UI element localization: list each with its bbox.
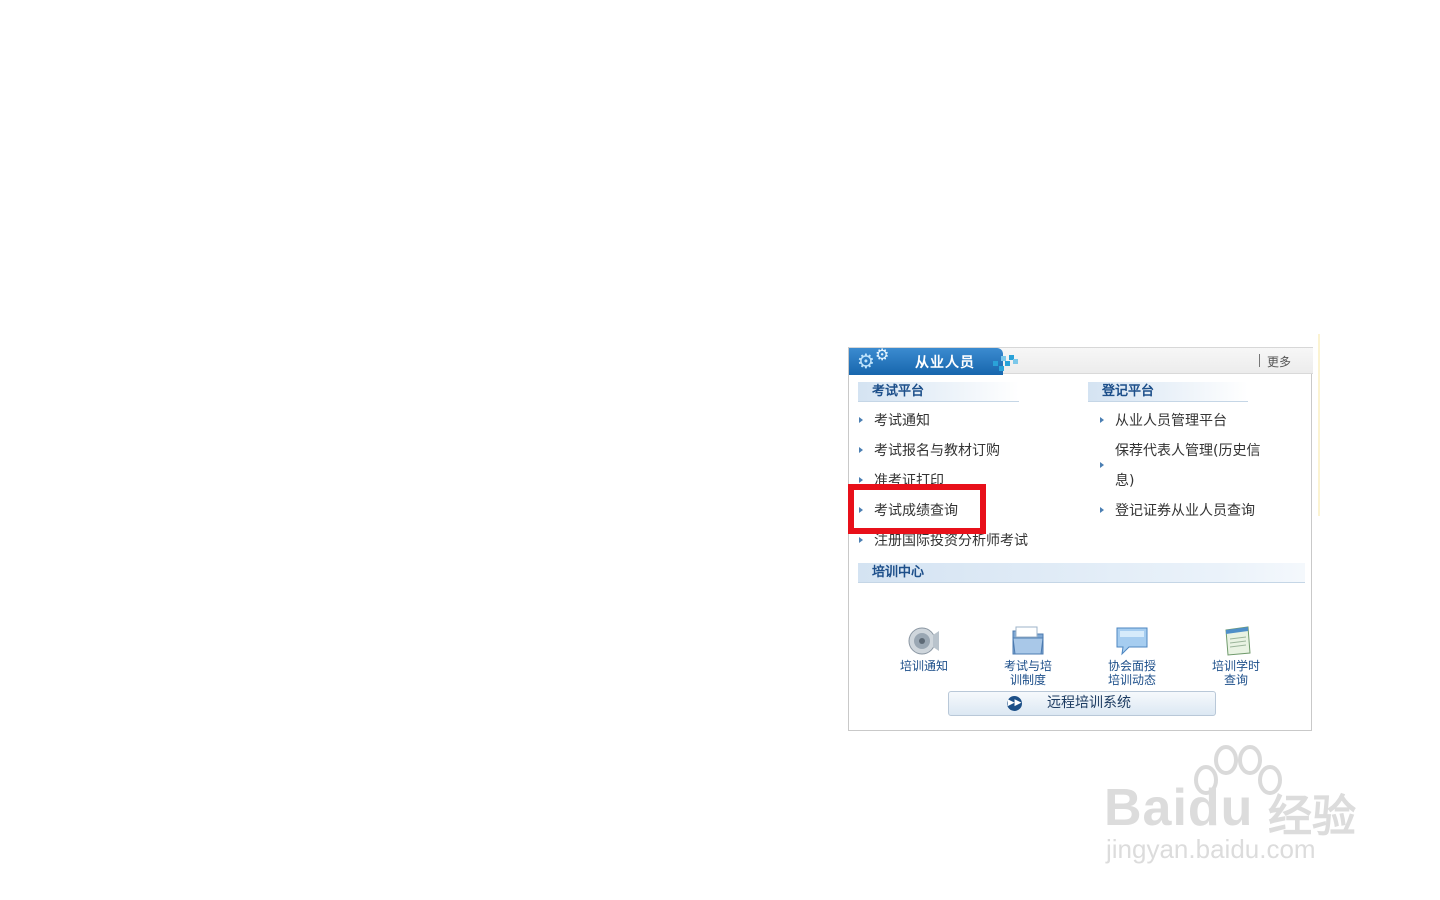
exam-link-registration[interactable]: 考试报名与教材订购	[858, 436, 1028, 466]
watermark-brand: Baidu	[1104, 779, 1254, 837]
registration-link-query[interactable]: 登记证券从业人员查询	[1099, 496, 1265, 526]
bullet-arrow-icon	[859, 507, 863, 513]
exam-platform-header: 考试平台	[858, 382, 1019, 402]
exam-link-list: 考试通知 考试报名与教材订购 准考证打印 考试成绩查询 注册国际投资分析师考试	[858, 406, 1028, 556]
folder-icon	[1012, 626, 1044, 655]
fast-forward-icon: ▶▶	[1007, 696, 1022, 711]
more-separator	[1259, 354, 1260, 367]
panel-header: ⚙ ⚙ 从业人员 更多	[849, 345, 1313, 375]
registration-platform-header: 登记平台	[1088, 382, 1248, 402]
watermark-url: jingyan.baidu.com	[1106, 834, 1316, 864]
speaker-icon	[908, 627, 939, 655]
paw-logo-icon	[1194, 745, 1282, 795]
bullet-arrow-icon	[1100, 417, 1104, 423]
panel-title-tab[interactable]: ⚙ ⚙ 从业人员	[849, 345, 1003, 375]
bullet-arrow-icon	[859, 417, 863, 423]
notepad-icon	[1225, 626, 1251, 656]
pixel-decoration-icon	[993, 353, 1019, 373]
baidu-jingyan-watermark: Baidu 经验 jingyan.baidu.com	[1104, 742, 1374, 872]
chat-bubble-icon	[1116, 627, 1148, 656]
more-link[interactable]: 更多	[1267, 353, 1291, 370]
side-divider-strip	[1318, 334, 1320, 516]
exam-link-notice[interactable]: 考试通知	[858, 406, 1028, 436]
bullet-arrow-icon	[859, 447, 863, 453]
bullet-arrow-icon	[1100, 507, 1104, 513]
gear-small-icon: ⚙	[875, 345, 890, 364]
training-item-face-to-face[interactable]: 协会面授 培训动态	[1097, 625, 1167, 687]
registration-link-management[interactable]: 从业人员管理平台	[1099, 406, 1265, 436]
training-center-header: 培训中心	[858, 563, 1305, 583]
training-item-notice[interactable]: 培训通知	[889, 625, 959, 673]
training-item-rules[interactable]: 考试与培 训制度	[993, 625, 1063, 687]
bullet-arrow-icon	[859, 537, 863, 543]
exam-link-admission-ticket[interactable]: 准考证打印	[858, 466, 1028, 496]
practitioner-panel: ⚙ ⚙ 从业人员 更多 考试平台 考试通知 考试报名与教材订购 准考证打印 考试…	[848, 345, 1313, 731]
exam-link-score-query[interactable]: 考试成绩查询	[858, 496, 1028, 526]
gear-icon: ⚙	[857, 349, 875, 373]
remote-training-button[interactable]: ▶▶ 远程培训系统	[948, 691, 1216, 716]
bullet-arrow-icon	[1100, 462, 1104, 468]
registration-link-list: 从业人员管理平台 保荐代表人管理(历史信息) 登记证券从业人员查询	[1099, 406, 1265, 526]
bullet-arrow-icon	[859, 477, 863, 483]
registration-link-sponsor[interactable]: 保荐代表人管理(历史信息)	[1099, 436, 1265, 496]
watermark-brand-cn: 经验	[1268, 791, 1356, 842]
exam-link-ciia[interactable]: 注册国际投资分析师考试	[858, 526, 1028, 556]
panel-title: 从业人员	[915, 355, 975, 371]
training-item-hours-query[interactable]: 培训学时 查询	[1201, 625, 1271, 687]
